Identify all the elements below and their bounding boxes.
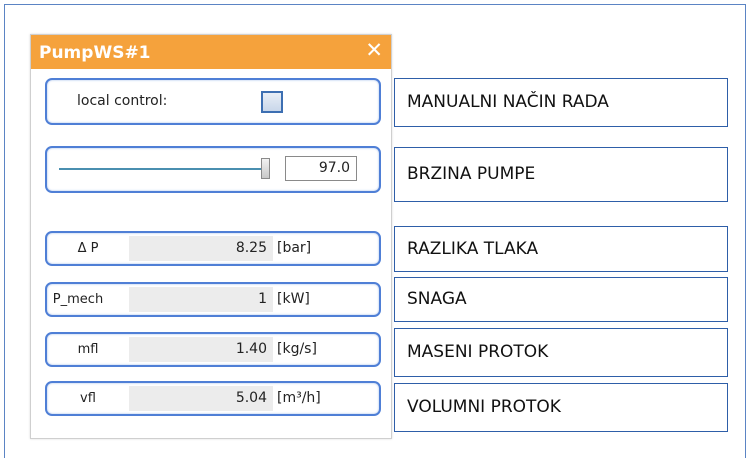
measurement-row-mfl: mfl 1.40 [kg/s] bbox=[45, 332, 381, 367]
annotation-pressure-difference: RAZLIKA TLAKA bbox=[394, 226, 728, 272]
annotation-power: SNAGA bbox=[394, 277, 728, 322]
measurement-label: vfl bbox=[80, 391, 96, 406]
speed-row: 97.0 bbox=[45, 146, 381, 193]
measurement-unit: [kW] bbox=[277, 291, 310, 307]
measurement-row-delta-p: Δ P 8.25 [bar] bbox=[45, 231, 381, 266]
local-control-row: local control: bbox=[45, 78, 381, 125]
measurement-unit: [bar] bbox=[277, 240, 312, 256]
measurement-label: mfl bbox=[77, 342, 99, 357]
pump-window: PumpWS#1 ✕ local control: 97.0 Δ P 8.25 … bbox=[30, 34, 392, 439]
annotation-pump-speed: BRZINA PUMPE bbox=[394, 147, 728, 202]
local-control-checkbox[interactable] bbox=[261, 91, 283, 113]
annotation-mass-flow: MASENI PROTOK bbox=[394, 328, 728, 377]
measurement-label: Δ P bbox=[77, 241, 99, 256]
measurement-label: P_mech bbox=[52, 292, 104, 307]
measurement-value: 5.04 bbox=[129, 386, 273, 411]
window-titlebar[interactable]: PumpWS#1 ✕ bbox=[31, 35, 391, 69]
annotation-manual-mode: MANUALNI NAČIN RADA bbox=[394, 78, 728, 127]
measurement-row-p-mech: P_mech 1 [kW] bbox=[45, 282, 381, 317]
close-icon[interactable]: ✕ bbox=[365, 39, 383, 63]
speed-slider-track[interactable] bbox=[59, 168, 265, 170]
measurement-value: 1 bbox=[129, 287, 273, 312]
annotation-volume-flow: VOLUMNI PROTOK bbox=[394, 383, 728, 432]
measurement-row-vfl: vfl 5.04 [m³/h] bbox=[45, 381, 381, 416]
measurement-unit: [m³/h] bbox=[277, 390, 321, 406]
window-title: PumpWS#1 bbox=[39, 43, 151, 63]
measurement-value: 8.25 bbox=[129, 236, 273, 261]
speed-value-field[interactable]: 97.0 bbox=[285, 156, 357, 181]
measurement-unit: [kg/s] bbox=[277, 341, 317, 357]
speed-slider-thumb[interactable] bbox=[261, 158, 270, 179]
local-control-label: local control: bbox=[77, 93, 168, 109]
measurement-value: 1.40 bbox=[129, 337, 273, 362]
